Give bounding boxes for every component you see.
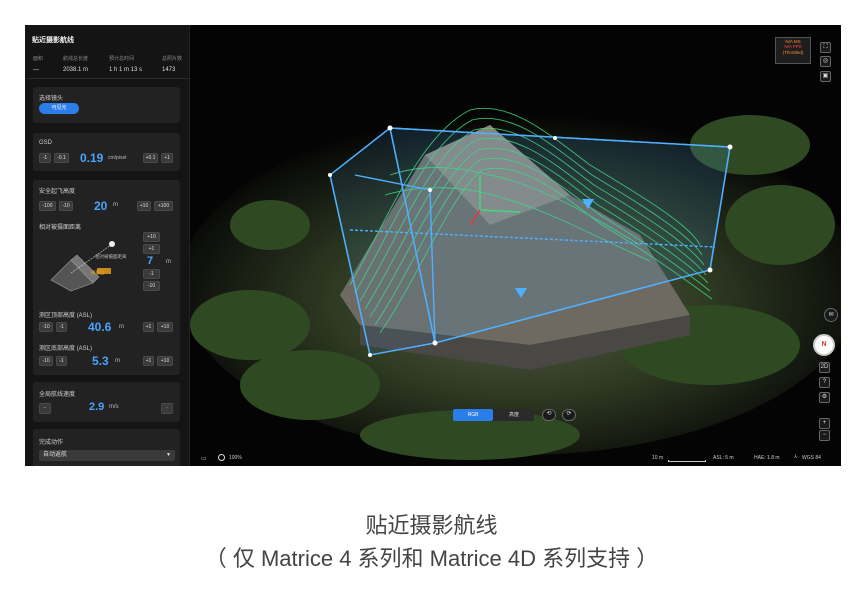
datum-icon: ⅄ (794, 454, 798, 460)
3d-map-view[interactable]: N/A MS N/A FPS (Throttled) ⛶ ◎ ▣ ✉ N 2D … (190, 25, 841, 466)
route-stats: 面积 — 航线总长度 2038.1 m 预计总时间 1 h 1 m 13 s 总照片数… (25, 51, 190, 79)
mode-rgb-button[interactable]: RGB (453, 409, 493, 421)
locate-icon[interactable]: ◎ (820, 56, 831, 67)
takeoff-height-label: 安全起飞高度 (39, 189, 76, 195)
finish-action-card: 完成动作 自动返航 ▼ (33, 429, 180, 466)
bottom-dec-1-button[interactable]: -1 (56, 356, 67, 366)
distance-diagram (50, 241, 115, 292)
finish-action-label: 完成动作 (39, 440, 64, 446)
speed-card: 全局航线速度 − 2.9 m/s + (33, 382, 180, 422)
top-inc-1-button[interactable]: +1 (143, 322, 154, 332)
finish-action-value: 自动返航 (43, 452, 68, 458)
gsd-unit: cm/pixel (108, 155, 127, 161)
takeoff-dec-10-button[interactable]: -10 (59, 201, 73, 211)
opacity-icon[interactable] (218, 454, 225, 461)
app-window: 贴近摄影航线 面积 — 航线总长度 2038.1 m 预计总时间 1 h 1 m 13… (25, 25, 841, 466)
speed-label: 全局航线速度 (39, 392, 76, 398)
top-altitude-label: 测区顶部高度 (ASL) (39, 313, 93, 319)
top-dec-10-button[interactable]: -10 (39, 322, 53, 332)
datum-value: WGS 84 (802, 455, 821, 461)
stat-area: 面积 — (33, 56, 44, 73)
distance-label: 相对被摄面距离 (39, 225, 82, 231)
gsd-inc-1-button[interactable]: +1 (161, 153, 173, 163)
speed-inc-button[interactable]: + (161, 403, 173, 414)
diagram-surface-text: 被摄面 (91, 270, 105, 275)
distance-dec-1-button[interactable]: -1 (143, 269, 160, 279)
bottom-inc-1-button[interactable]: +1 (143, 356, 154, 366)
layers-icon[interactable]: ▣ (820, 71, 831, 82)
mode-height-button[interactable]: 高度 (494, 409, 534, 421)
distance-unit: m (166, 259, 171, 265)
render-mode-toggle: RGB 高度 (453, 409, 534, 421)
lens-option-visible[interactable]: 可见光 (39, 103, 79, 114)
zoom-in-button[interactable]: + (819, 418, 830, 429)
point-cloud-canvas (190, 25, 841, 466)
chevron-down-icon: ▼ (166, 452, 171, 458)
speed-value[interactable]: 2.9 (89, 401, 104, 413)
speed-unit: m/s (109, 404, 119, 410)
gsd-dec-1-button[interactable]: -1 (39, 153, 51, 163)
diagram-distance-text: 相对被摄面距离 (95, 254, 127, 259)
bottom-altitude-label: 测区底部高度 (ASL) (39, 346, 93, 352)
gsd-dec-01-button[interactable]: -0.1 (54, 153, 69, 163)
finish-action-select[interactable]: 自动返航 ▼ (39, 450, 175, 461)
info-icon[interactable]: ? (819, 377, 830, 388)
camera-rotate-icon[interactable]: ⟲ (542, 409, 556, 421)
takeoff-inc-100-button[interactable]: +100 (154, 201, 173, 211)
scale-bar (668, 460, 706, 462)
scale-value: 10 m (652, 455, 664, 461)
speed-dec-button[interactable]: − (39, 403, 51, 414)
bottom-altitude-unit: m (115, 358, 120, 364)
fullscreen-icon[interactable]: ⛶ (820, 42, 831, 53)
top-inc-10-button[interactable]: +10 (157, 322, 173, 332)
opacity-value: 100% (229, 455, 242, 461)
caption-title: 贴近摄影航线 (365, 513, 498, 538)
asl-value: ASL: 5 m (713, 455, 734, 461)
gsd-value[interactable]: 0.19 (80, 151, 103, 165)
distance-dec-10-button[interactable]: -10 (143, 281, 160, 291)
distance-value[interactable]: 7 (147, 255, 153, 267)
performance-warning: N/A MS N/A FPS (Throttled) (775, 37, 811, 64)
bottom-dec-10-button[interactable]: -10 (39, 356, 53, 366)
gsd-label: GSD (39, 140, 53, 146)
takeoff-height-value[interactable]: 20 (94, 199, 107, 213)
stat-time: 预计总时间 1 h 1 m 13 s (109, 56, 143, 73)
top-dec-1-button[interactable]: -1 (56, 322, 67, 332)
image-toggle-icon[interactable]: ▭ (201, 455, 207, 462)
panel-title: 贴近摄影航线 (32, 37, 74, 44)
takeoff-unit: m (113, 202, 118, 208)
takeoff-inc-10-button[interactable]: +10 (137, 201, 151, 211)
distance-inc-10-button[interactable]: +10 (143, 232, 160, 242)
altitude-card: 安全起飞高度 -100 -10 20 m +10 +100 相对被摄面距离 相对… (33, 180, 180, 320)
camera-reset-icon[interactable]: ⟳ (562, 409, 576, 421)
zoom-out-button[interactable]: − (819, 430, 830, 441)
gsd-inc-01-button[interactable]: +0.1 (143, 153, 158, 163)
compass-icon[interactable]: N (813, 334, 835, 356)
caption-subtitle: （ 仅 Matrice 4 系列和 Matrice 4D 系列支持 ） (204, 546, 659, 571)
bottom-inc-10-button[interactable]: +10 (157, 356, 173, 366)
survey-altitude-card: 测区顶部高度 (ASL) -10 -1 40.6 m +1 +10 测区底部高度… (33, 303, 180, 375)
view-2d-button[interactable]: 2D (819, 362, 830, 373)
route-settings-panel: 贴近摄影航线 面积 — 航线总长度 2038.1 m 预计总时间 1 h 1 m 13… (25, 25, 190, 466)
settings-icon[interactable]: ⚙ (819, 392, 830, 403)
takeoff-dec-100-button[interactable]: -100 (39, 201, 56, 211)
gsd-card: GSD -1 -0.1 0.19 cm/pixel +0.1 +1 (33, 133, 180, 171)
top-altitude-value[interactable]: 40.6 (88, 320, 111, 334)
lens-card: 选择镜头 可见光 (33, 87, 180, 123)
distance-inc-1-button[interactable]: +1 (143, 244, 160, 254)
stat-photos: 总照片数 1473 (162, 56, 183, 73)
stat-length: 航线总长度 2038.1 m (63, 56, 89, 73)
bottom-altitude-value[interactable]: 5.3 (92, 354, 109, 368)
lens-label: 选择镜头 (39, 96, 64, 102)
comment-icon[interactable]: ✉ (824, 308, 838, 322)
top-altitude-unit: m (119, 324, 124, 330)
status-bar: ▭ 100% 10 m ASL: 5 m HAE: 1.8 m ⅄ WGS 84 (190, 452, 841, 466)
hae-value: HAE: 1.8 m (754, 455, 780, 461)
